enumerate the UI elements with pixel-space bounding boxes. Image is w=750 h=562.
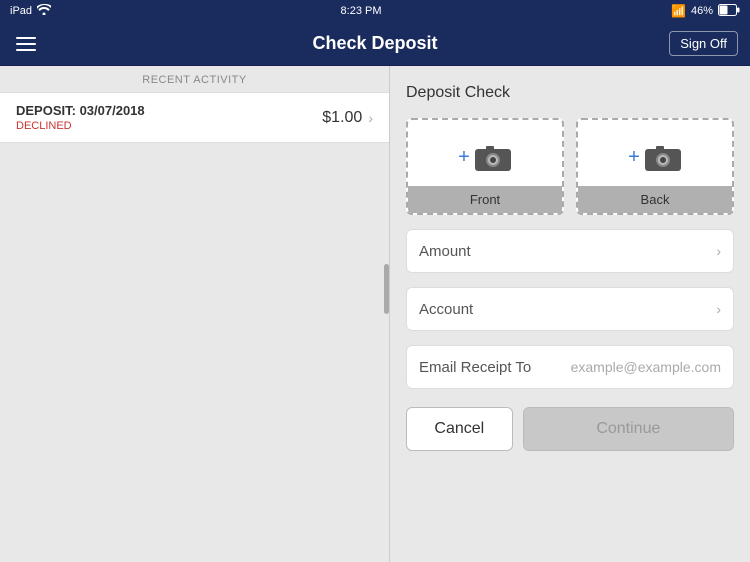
front-plus-icon: + — [458, 146, 470, 169]
activity-left: DEPOSIT: 03/07/2018 DECLINED — [16, 103, 145, 132]
deposit-status: DECLINED — [16, 120, 145, 132]
back-camera-svg — [644, 142, 682, 172]
front-label: Front — [408, 186, 562, 213]
app-header: Check Deposit Sign Off — [0, 22, 750, 66]
continue-button[interactable]: Continue — [523, 407, 734, 451]
sign-off-button[interactable]: Sign Off — [669, 31, 738, 56]
status-time: 8:23 PM — [341, 5, 382, 17]
hamburger-line — [16, 43, 36, 45]
amount-field[interactable]: Amount › — [406, 229, 734, 273]
account-chevron-icon: › — [716, 301, 721, 317]
camera-row: + Front + — [406, 118, 734, 215]
battery-label: 46% — [691, 5, 713, 17]
amount-chevron-icon: › — [716, 243, 721, 259]
bluetooth-icon: 📶 — [671, 4, 686, 18]
hamburger-line — [16, 49, 36, 51]
left-panel: RECENT ACTIVITY DEPOSIT: 03/07/2018 DECL… — [0, 66, 390, 562]
activity-right: $1.00 › — [322, 109, 373, 127]
deposit-amount: $1.00 — [322, 109, 362, 127]
right-panel: Deposit Check + Front — [390, 66, 750, 562]
account-label: Account — [419, 301, 710, 318]
back-photo-box[interactable]: + Back — [576, 118, 734, 215]
wifi-icon — [37, 4, 51, 18]
carrier-label: iPad — [10, 5, 32, 17]
back-label: Back — [578, 186, 732, 213]
menu-button[interactable] — [12, 33, 40, 55]
recent-activity-label: RECENT ACTIVITY — [0, 66, 389, 92]
back-camera-icon-area: + — [628, 120, 682, 186]
front-photo-box[interactable]: + Front — [406, 118, 564, 215]
status-bar: iPad 8:23 PM 📶 46% — [0, 0, 750, 22]
scroll-thumb — [384, 264, 389, 314]
battery-icon — [718, 4, 740, 19]
front-camera-icon-area: + — [458, 120, 512, 186]
activity-item[interactable]: DEPOSIT: 03/07/2018 DECLINED $1.00 › — [0, 92, 389, 143]
email-placeholder: example@example.com — [539, 359, 721, 375]
email-label: Email Receipt To — [419, 359, 539, 376]
front-camera-svg — [474, 142, 512, 172]
hamburger-line — [16, 37, 36, 39]
status-left: iPad — [10, 4, 51, 18]
deposit-check-title: Deposit Check — [406, 84, 734, 102]
button-row: Cancel Continue — [406, 407, 734, 451]
cancel-button[interactable]: Cancel — [406, 407, 513, 451]
status-right: 📶 46% — [671, 4, 740, 19]
account-field[interactable]: Account › — [406, 287, 734, 331]
main-content: RECENT ACTIVITY DEPOSIT: 03/07/2018 DECL… — [0, 66, 750, 562]
back-plus-icon: + — [628, 146, 640, 169]
email-field[interactable]: Email Receipt To example@example.com — [406, 345, 734, 389]
deposit-label: DEPOSIT: 03/07/2018 — [16, 103, 145, 118]
chevron-right-icon: › — [368, 110, 373, 126]
amount-label: Amount — [419, 243, 710, 260]
page-title: Check Deposit — [312, 33, 437, 54]
